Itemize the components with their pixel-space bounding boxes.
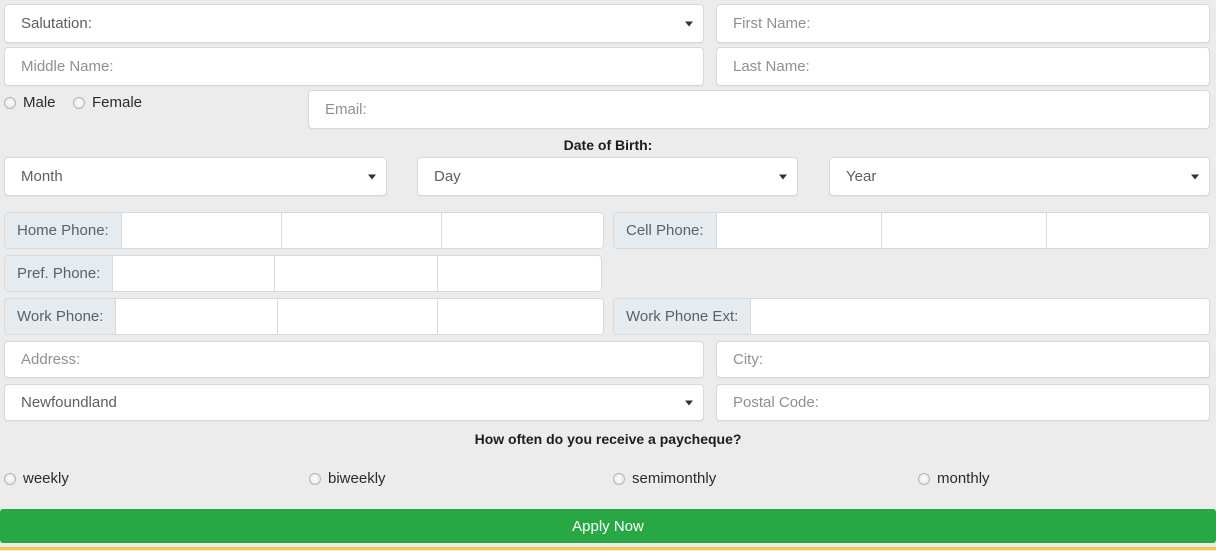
work-phone-group[interactable]: Work Phone: [4,298,604,335]
home-phone-prefix-input[interactable] [281,213,442,248]
middle-name-placeholder: Middle Name: [21,58,114,75]
pref-phone-label: Pref. Phone: [5,256,114,291]
radio-icon[interactable] [918,472,930,485]
paycheque-radio-biweekly[interactable]: biweekly [309,470,386,487]
province-select[interactable]: Newfoundland [4,384,704,421]
paycheque-label-weekly: weekly [23,470,69,487]
chevron-down-icon [685,400,693,405]
gender-radio-female[interactable]: Female [73,94,142,111]
dob-month-value: Month [21,168,63,185]
address-input[interactable]: Address: [4,341,704,378]
last-name-placeholder: Last Name: [733,58,810,75]
paycheque-radio-monthly[interactable]: monthly [918,470,990,487]
radio-icon[interactable] [309,472,321,485]
paycheque-radio-semimonthly[interactable]: semimonthly [613,470,716,487]
dob-month-select[interactable]: Month [4,157,387,196]
paycheque-caption: How often do you receive a paycheque? [474,431,742,447]
paycheque-label-monthly: monthly [937,470,990,487]
apply-now-button[interactable]: Apply Now [0,509,1216,543]
paycheque-label-semimonthly: semimonthly [632,470,717,487]
cell-phone-area-input[interactable] [716,213,882,248]
dob-year-select[interactable]: Year [829,157,1210,196]
salutation-select[interactable]: Salutation: [4,4,704,43]
work-phone-ext-label: Work Phone Ext: [614,299,752,334]
middle-name-input[interactable]: Middle Name: [4,47,704,86]
email-placeholder: Email: [325,101,367,118]
dob-year-value: Year [846,168,877,185]
chevron-down-icon [779,174,787,179]
bottom-accent-strip [0,547,1216,550]
chevron-down-icon [368,174,376,179]
last-name-input[interactable]: Last Name: [716,47,1210,86]
gender-label-female: Female [92,94,143,111]
work-phone-line-input[interactable] [438,299,603,334]
home-phone-group[interactable]: Home Phone: [4,212,604,249]
first-name-input[interactable]: First Name: [716,4,1210,43]
home-phone-label: Home Phone: [5,213,122,248]
cell-phone-line-input[interactable] [1046,213,1209,248]
home-phone-line-input[interactable] [441,213,603,248]
radio-icon[interactable] [613,472,625,485]
city-input[interactable]: City: [716,341,1210,378]
cell-phone-label: Cell Phone: [614,213,717,248]
apply-now-label: Apply Now [572,517,644,535]
postal-code-placeholder: Postal Code: [733,394,819,411]
chevron-down-icon [1191,174,1199,179]
radio-icon[interactable] [4,472,16,485]
work-phone-area-input[interactable] [116,299,279,334]
paycheque-label-biweekly: biweekly [328,470,386,487]
province-value: Newfoundland [21,394,117,411]
city-placeholder: City: [733,351,763,368]
postal-code-input[interactable]: Postal Code: [716,384,1210,421]
application-form-page: Salutation: First Name: Middle Name: Las… [0,0,1216,551]
pref-phone-area-input[interactable] [113,256,276,291]
chevron-down-icon [685,21,693,26]
address-placeholder: Address: [21,351,81,368]
work-phone-ext-input[interactable] [751,299,1209,334]
radio-icon[interactable] [73,96,85,109]
first-name-placeholder: First Name: [733,15,811,32]
pref-phone-group[interactable]: Pref. Phone: [4,255,602,292]
pref-phone-prefix-input[interactable] [275,256,439,291]
radio-icon[interactable] [4,96,16,109]
salutation-value: Salutation: [21,15,92,32]
work-phone-prefix-input[interactable] [278,299,439,334]
gender-label-male: Male [23,94,56,111]
pref-phone-line-input[interactable] [438,256,601,291]
gender-radio-male[interactable]: Male [4,94,56,111]
cell-phone-prefix-input[interactable] [881,213,1047,248]
email-input[interactable]: Email: [308,90,1210,129]
cell-phone-group[interactable]: Cell Phone: [613,212,1210,249]
work-phone-label: Work Phone: [5,299,117,334]
dob-day-value: Day [434,168,461,185]
work-phone-ext-group[interactable]: Work Phone Ext: [613,298,1210,335]
date-of-birth-caption: Date of Birth: [563,137,653,153]
home-phone-area-input[interactable] [121,213,282,248]
paycheque-radio-weekly[interactable]: weekly [4,470,69,487]
dob-day-select[interactable]: Day [417,157,798,196]
